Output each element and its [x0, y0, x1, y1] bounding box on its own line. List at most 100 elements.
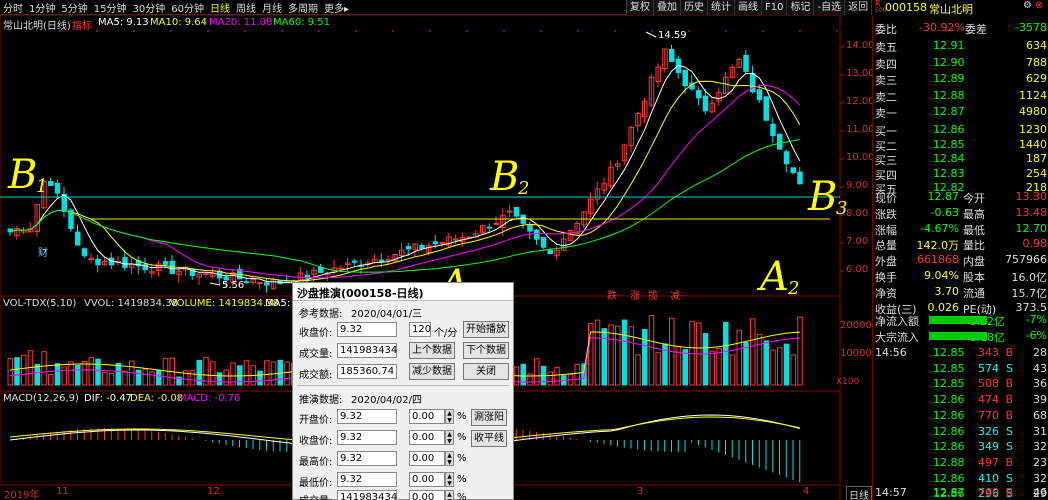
- candle: [338, 267, 344, 270]
- tick-count: 39: [1033, 393, 1047, 407]
- tab-weekly[interactable]: 周线: [233, 0, 259, 15]
- candle: [122, 257, 128, 268]
- candle: [75, 231, 81, 246]
- vol-tick-2: 10000: [840, 348, 872, 359]
- ref-amt-field[interactable]: 185360.74: [337, 364, 397, 379]
- vol2-spinner[interactable]: ▲▼: [445, 490, 454, 500]
- volume-bar: [48, 373, 54, 386]
- volume-bar: [81, 361, 88, 386]
- speed-unit: 个/分: [434, 328, 458, 339]
- indicator-badge[interactable]: 指标: [72, 17, 92, 32]
- speed-field[interactable]: 120: [409, 322, 431, 337]
- tab-daily[interactable]: 日线: [207, 0, 233, 15]
- bid-volume: 1230: [1019, 123, 1047, 136]
- candle: [783, 151, 790, 165]
- limit-up-button[interactable]: 涮涨阳: [471, 409, 507, 426]
- open-spinner[interactable]: ▲ ▼: [445, 409, 454, 424]
- high-field[interactable]: 9.32: [337, 451, 397, 466]
- volume-bar: [88, 357, 94, 386]
- flow-label: 净流入额: [875, 315, 919, 328]
- dialog-title[interactable]: 沙盘推演(000158-日线): [293, 283, 513, 301]
- stat-row: 换手 9.04% 股本 16.0亿: [873, 268, 1048, 284]
- top-dot: [429, 30, 431, 32]
- high-pct-field[interactable]: 0.00: [409, 451, 445, 466]
- candle: [48, 181, 54, 187]
- ref-amt-label: 成交额:: [299, 370, 333, 381]
- tick-price: 12.86: [933, 440, 965, 454]
- event-marker[interactable]: 财: [38, 244, 48, 259]
- volume-bar: [655, 352, 661, 386]
- tick-volume: 574: [978, 361, 999, 375]
- restore-rights-button[interactable]: 复权: [627, 0, 654, 15]
- open-pct-field[interactable]: 0.00: [409, 409, 445, 424]
- remove-favorite-button[interactable]: -自选: [814, 0, 846, 15]
- vol2-field[interactable]: 141983434: [337, 490, 397, 500]
- volume-bar: [689, 320, 695, 386]
- stat-value: 3.70: [934, 284, 960, 298]
- volume-bar: [284, 361, 290, 386]
- open-field[interactable]: 9.32: [337, 409, 397, 424]
- tab-monthly[interactable]: 月线: [259, 0, 285, 15]
- flat-close-button[interactable]: 收平线: [471, 430, 507, 447]
- f10-button[interactable]: F10: [762, 0, 788, 15]
- volume-bar: [61, 366, 67, 386]
- ma5-label: MA5: 9.13: [98, 17, 149, 28]
- low-pct-field[interactable]: 0.00: [409, 472, 445, 487]
- close2-field[interactable]: 9.32: [337, 430, 397, 445]
- weibi-label: 委比: [875, 23, 897, 36]
- candle: [790, 167, 796, 174]
- ref-vol-field[interactable]: 141983434: [337, 343, 397, 358]
- vvol-label: VVOL: 1419834.38: [84, 298, 178, 309]
- tick-row: 12.86 770 B 68: [873, 408, 1048, 424]
- tab-30min[interactable]: 30分钟: [129, 0, 168, 15]
- top-dot: [466, 30, 468, 32]
- back-button[interactable]: 返回: [845, 0, 873, 15]
- settings-icon[interactable]: ⚙: [1023, 0, 1032, 11]
- tab-multi-period[interactable]: 多周期: [285, 0, 321, 15]
- close2-spinner[interactable]: ▲ ▼: [445, 430, 454, 445]
- tab-5min[interactable]: 5分钟: [58, 0, 90, 15]
- close2-pct-field[interactable]: 0.00: [409, 430, 445, 445]
- divider: [297, 385, 509, 386]
- x-label-4: 3: [637, 486, 644, 497]
- bid-price: 12.85: [933, 137, 965, 151]
- low-spinner[interactable]: ▲ ▼: [445, 472, 454, 487]
- high-spinner[interactable]: ▲ ▼: [445, 451, 454, 466]
- vol2-pct-field[interactable]: 0.00: [409, 490, 445, 500]
- tab-more[interactable]: 更多▸: [321, 0, 352, 15]
- signal-4: 减: [670, 291, 680, 302]
- volume-bar: [162, 358, 169, 386]
- top-dot: [614, 30, 616, 32]
- ask-row: 卖五 12.91 634: [873, 38, 1048, 54]
- overlay-button[interactable]: 叠加: [654, 0, 681, 15]
- period-button[interactable]: 日线: [846, 486, 872, 500]
- tab-fenshi[interactable]: 分时: [0, 0, 26, 15]
- close-icon[interactable]: ⊗: [1035, 0, 1043, 11]
- candle: [54, 182, 61, 194]
- volume-bar: [216, 372, 223, 386]
- close-button[interactable]: 关闭: [463, 363, 509, 380]
- next-data-button[interactable]: 下个数据: [463, 342, 509, 359]
- reduce-data-button[interactable]: 减少数据: [409, 363, 455, 380]
- low-pct-unit: %: [457, 474, 467, 485]
- candle: [696, 90, 702, 99]
- tick-row: 12.85 574 S 43: [873, 361, 1048, 377]
- start-play-button[interactable]: 开始播放: [463, 321, 509, 338]
- prev-data-button[interactable]: 上个数据: [409, 342, 455, 359]
- tab-1min[interactable]: 1分钟: [26, 0, 58, 15]
- tab-60min[interactable]: 60分钟: [168, 0, 207, 15]
- history-button[interactable]: 历史: [681, 0, 708, 15]
- ref-close-field[interactable]: 9.32: [337, 322, 397, 337]
- stat-label-2: 最低: [963, 223, 985, 237]
- volume-bar: [14, 357, 20, 386]
- mark-button[interactable]: 标记: [787, 0, 815, 15]
- low-field[interactable]: 9.32: [337, 472, 397, 487]
- low-label: 最低价:: [299, 478, 333, 489]
- tab-15min[interactable]: 15分钟: [91, 0, 130, 15]
- candle: [243, 281, 250, 284]
- draw-button[interactable]: 画线: [735, 0, 762, 15]
- stats-button[interactable]: 统计: [708, 0, 735, 15]
- candle: [405, 246, 412, 250]
- volume-bar: [642, 329, 648, 386]
- tick-price: 12.86: [933, 424, 965, 438]
